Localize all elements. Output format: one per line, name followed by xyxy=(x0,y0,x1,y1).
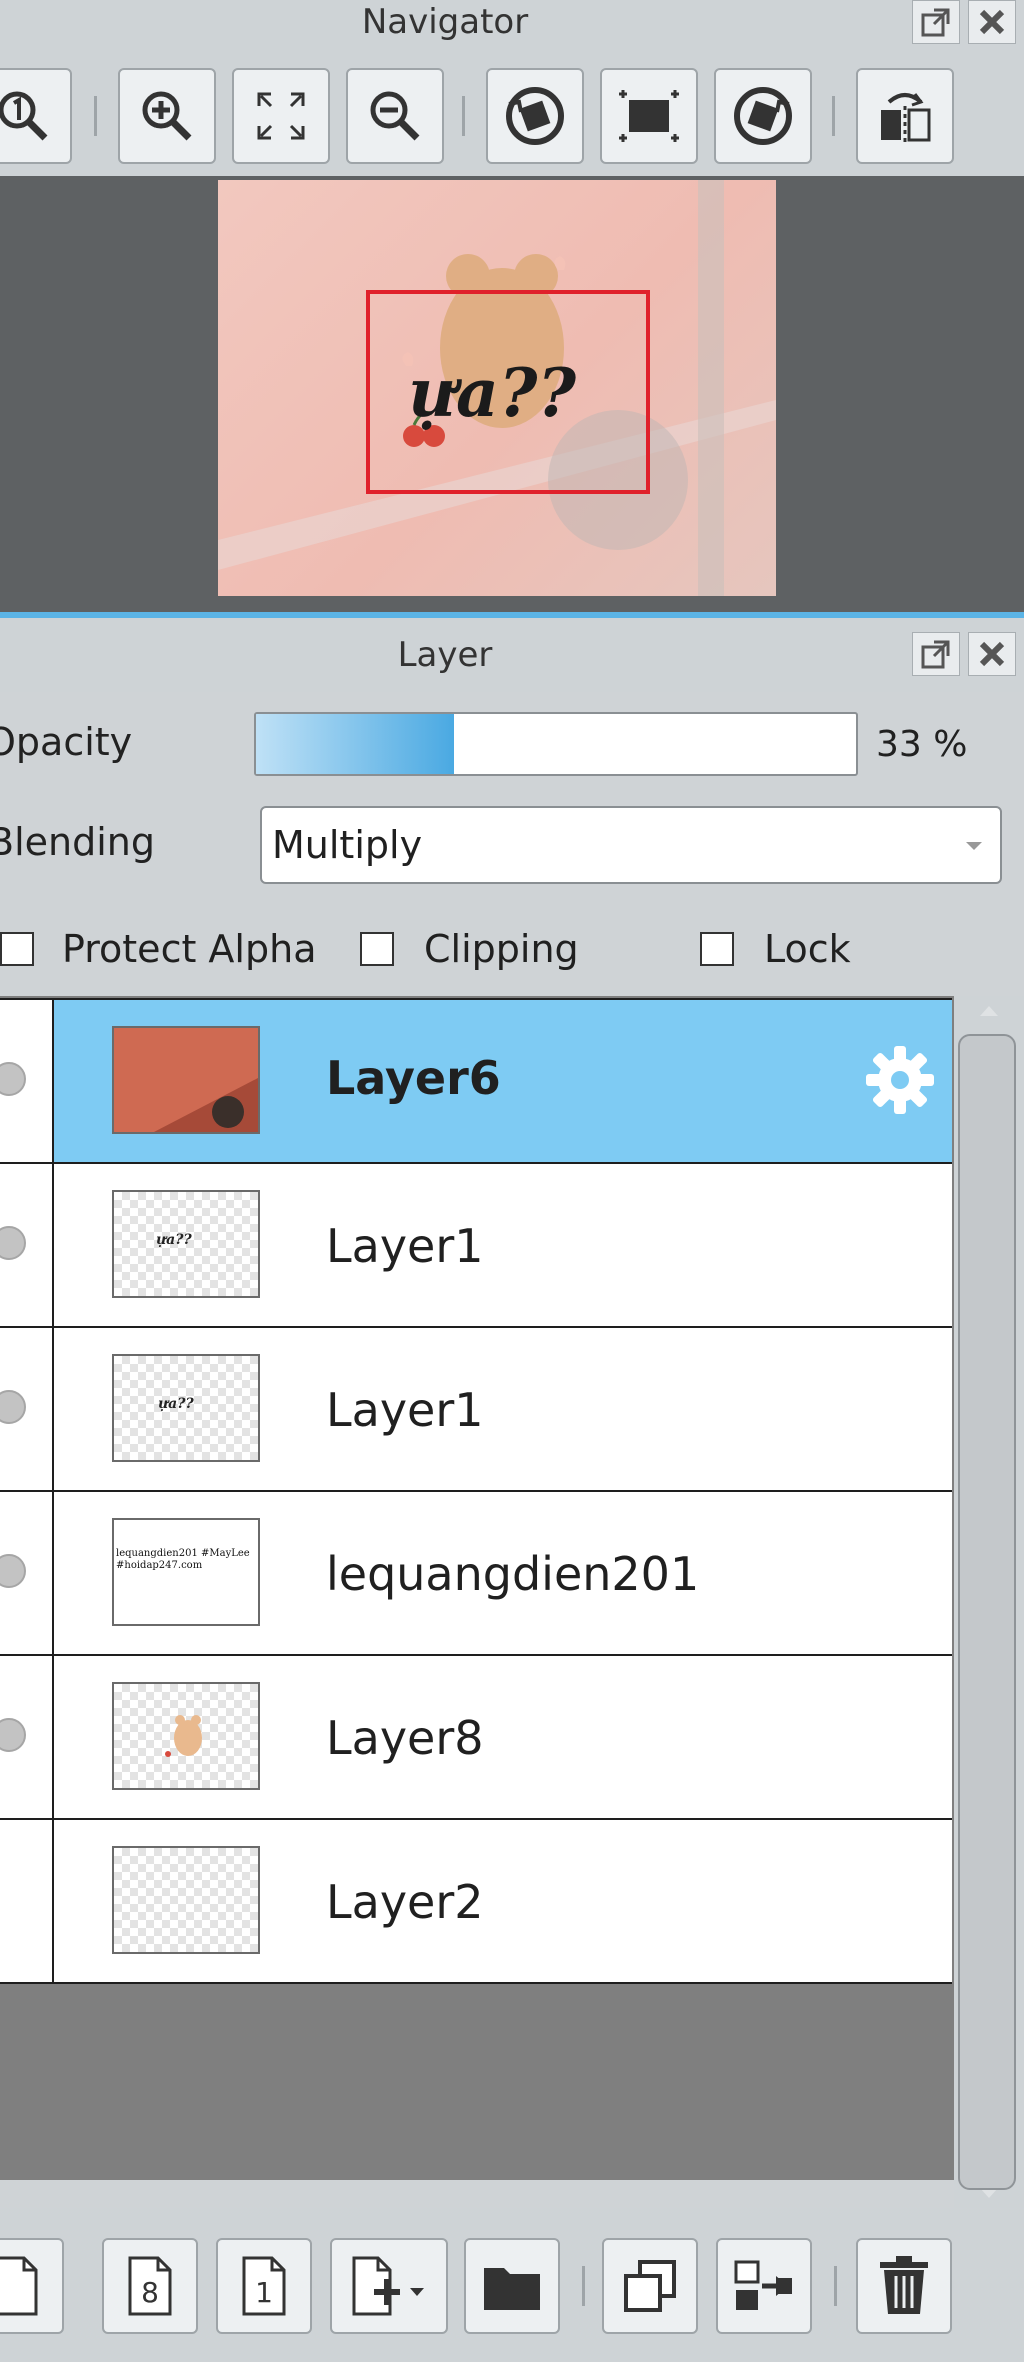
new-layer-icon xyxy=(0,2256,38,2316)
layer-row-lequangdien201[interactable]: lequangdien201 #MayLee #hoidap247.com le… xyxy=(0,1490,952,1654)
toolbar-separator xyxy=(462,96,465,136)
toolbar-separator xyxy=(94,96,97,136)
layer-name: Layer1 xyxy=(326,1383,484,1437)
svg-text:1: 1 xyxy=(255,2276,273,2309)
merge-down-icon xyxy=(734,2260,792,2310)
new-folder-button[interactable] xyxy=(464,2238,560,2334)
scrollbar-thumb[interactable] xyxy=(958,1034,1016,2190)
navigator-detach-button[interactable] xyxy=(912,0,960,44)
zoom-in-icon xyxy=(142,91,192,141)
layer-row-layer8[interactable]: Layer8 xyxy=(0,1654,952,1818)
delete-layer-button[interactable] xyxy=(856,2238,952,2334)
visibility-gutter xyxy=(0,1820,54,1982)
rotate-right-icon xyxy=(734,87,792,145)
layer-panel-title: Layer xyxy=(397,635,493,675)
add-layer-menu-button[interactable] xyxy=(330,2238,448,2334)
layer-row-layer6[interactable]: Layer6 xyxy=(0,998,952,1162)
new-8bit-layer-button[interactable]: 8 xyxy=(102,2238,198,2334)
toolbar-separator xyxy=(832,96,835,136)
layer-name: Layer1 xyxy=(326,1219,484,1273)
layer-panel-detach-button[interactable] xyxy=(912,632,960,676)
thumbnail-text: ựa?? xyxy=(158,1396,194,1412)
new-folder-icon xyxy=(484,2268,540,2310)
navigator-title: Navigator xyxy=(361,2,529,42)
new-1bit-layer-icon: 1 xyxy=(242,2256,286,2316)
navigator-preview[interactable]: ựa?? xyxy=(218,180,776,596)
rotate-left-button[interactable] xyxy=(486,68,584,164)
opacity-label: Opacity xyxy=(0,720,133,764)
preview-artwork: ựa?? xyxy=(218,180,776,596)
zoom-out-icon xyxy=(370,91,420,141)
thumbnail-text: lequangdien201 #MayLee #hoidap247.com xyxy=(116,1548,250,1571)
layer-name: Layer8 xyxy=(326,1711,484,1765)
layer-thumbnail: lequangdien201 #MayLee #hoidap247.com xyxy=(112,1518,260,1626)
clipping-checkbox[interactable] xyxy=(360,932,394,966)
reset-view-button[interactable] xyxy=(600,68,698,164)
zoom-in-button[interactable] xyxy=(118,68,216,164)
zoom-out-button[interactable] xyxy=(346,68,444,164)
protect-alpha-label: Protect Alpha xyxy=(62,927,317,971)
gear-icon[interactable] xyxy=(862,1042,938,1118)
thumbnail-text: ựa?? xyxy=(156,1232,192,1248)
duplicate-layer-button[interactable] xyxy=(602,2238,698,2334)
svg-text:8: 8 xyxy=(141,2276,159,2309)
merge-down-button[interactable] xyxy=(716,2238,812,2334)
layer-thumbnail xyxy=(112,1846,260,1954)
new-8bit-layer-icon: 8 xyxy=(128,2256,172,2316)
opacity-value: 33 % xyxy=(876,724,968,765)
layer-thumbnail: ựa?? xyxy=(112,1190,260,1298)
opacity-slider[interactable] xyxy=(254,712,858,776)
detach-icon xyxy=(921,640,950,669)
duplicate-layer-icon xyxy=(624,2260,676,2312)
add-layer-menu-icon xyxy=(352,2256,424,2316)
new-1bit-layer-button[interactable]: 1 xyxy=(216,2238,312,2334)
rotate-left-icon xyxy=(506,87,564,145)
flip-horizontal-icon xyxy=(881,93,931,144)
detach-icon xyxy=(921,8,950,37)
scroll-up-icon[interactable] xyxy=(978,1004,1000,1018)
opacity-slider-fill xyxy=(256,714,454,774)
layer-thumbnail xyxy=(112,1026,260,1134)
thumbnail-artwork xyxy=(114,1028,258,1132)
layer-row-layer1[interactable]: ựa?? Layer1 xyxy=(0,1326,952,1490)
rotate-right-button[interactable] xyxy=(714,68,812,164)
zoom-actual-icon xyxy=(0,91,48,141)
layer-thumbnail xyxy=(112,1682,260,1790)
layer-name: Layer2 xyxy=(326,1875,484,1929)
layer-thumbnail: ựa?? xyxy=(112,1354,260,1462)
layer-row-layer1[interactable]: ựa?? Layer1 xyxy=(0,1162,952,1326)
zoom-actual-button[interactable] xyxy=(0,68,72,164)
toolbar-separator xyxy=(582,2266,585,2306)
blending-select[interactable]: Multiply xyxy=(260,806,1002,884)
chevron-down-icon xyxy=(966,842,982,850)
navigator-close-button[interactable] xyxy=(968,0,1016,44)
blending-value: Multiply xyxy=(272,823,423,867)
new-layer-button[interactable] xyxy=(0,2238,64,2334)
svg-text:ựa??: ựa?? xyxy=(408,354,577,432)
layer-panel-close-button[interactable] xyxy=(968,632,1016,676)
fit-to-window-button[interactable] xyxy=(232,68,330,164)
lock-label: Lock xyxy=(764,927,851,971)
close-icon xyxy=(979,9,1005,35)
layer-name: Layer6 xyxy=(326,1051,501,1105)
clipping-label: Clipping xyxy=(424,927,579,971)
layer-name: lequangdien201 xyxy=(326,1547,700,1601)
protect-alpha-checkbox[interactable] xyxy=(0,932,34,966)
toolbar-separator xyxy=(834,2266,837,2306)
reset-view-icon xyxy=(619,90,679,142)
fit-to-window-icon xyxy=(257,92,305,140)
close-icon xyxy=(979,641,1005,667)
lock-checkbox[interactable] xyxy=(700,932,734,966)
layer-row-layer2[interactable]: Layer2 xyxy=(0,1818,952,1984)
blending-label: Blending xyxy=(0,820,155,864)
thumbnail-artwork xyxy=(165,1715,202,1757)
flip-horizontal-button[interactable] xyxy=(856,68,954,164)
delete-layer-icon xyxy=(880,2256,928,2314)
